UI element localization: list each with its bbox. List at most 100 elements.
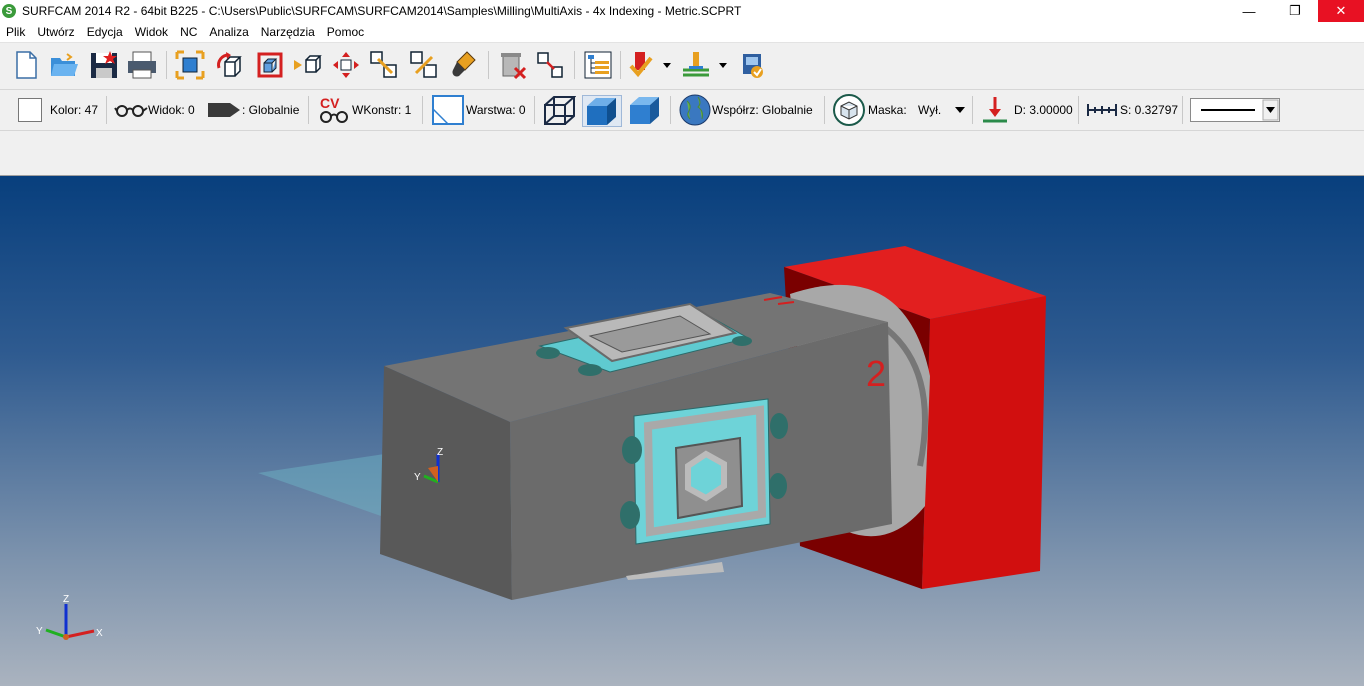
globe-icon [679,94,711,126]
delete-trash-icon[interactable] [496,49,528,81]
surfcam-logo-icon[interactable]: S [2,4,16,18]
mask-label: Maska: [868,103,907,117]
menu-pomoc[interactable]: Pomoc [321,25,370,39]
graphics-viewport[interactable]: 2 Z Y Z Y X [0,176,1364,686]
layer-icon [432,95,464,125]
toolbar-separator [620,51,621,79]
zoom-in-icon[interactable] [292,49,324,81]
color-swatch [18,98,42,122]
mask-dropdown[interactable]: Wył. [918,95,967,125]
depth-arrow-icon [983,97,1007,123]
view-selector[interactable]: Widok: 0 [114,95,195,125]
wireframe-mode-button[interactable] [542,95,576,125]
color-selector[interactable]: Kolor: 47 [18,95,98,125]
menu-plik[interactable]: Plik [0,25,31,39]
model-view[interactable]: 2 Z Y Z Y X [0,176,1364,686]
new-file-icon[interactable] [10,49,42,81]
menu-edycja[interactable]: Edycja [81,25,129,39]
menu-widok[interactable]: Widok [129,25,174,39]
wireframe-cube-icon [544,96,576,125]
main-axis-x-label: X [96,628,103,639]
toolbar-separator [308,96,309,124]
zoom-previous-icon[interactable] [408,49,440,81]
view-arrow-icon [208,103,240,117]
view-global-label: : Globalnie [242,103,300,117]
minimize-button[interactable]: — [1226,0,1272,22]
ruler-icon [1087,104,1117,116]
verify-tool-icon[interactable] [624,49,656,81]
menu-analiza[interactable]: Analiza [203,25,254,39]
coordinates-label: Współrz: Globalnie [712,103,813,117]
scale-label: S: 0.32797 [1120,103,1179,117]
menu-bar: Plik Utwórz Edycja Widok NC Analiza Narz… [0,22,1364,43]
view-global-selector[interactable]: : Globalnie [206,95,299,125]
main-axis-y-label: Y [36,626,43,637]
pan-icon[interactable] [330,49,362,81]
depth-selector[interactable]: D: 3.00000 [980,95,1073,125]
post-processor-icon[interactable] [736,49,768,81]
side-workpiece [620,398,788,545]
close-button[interactable]: ✕ [1318,0,1364,22]
layer-selector[interactable]: Warstwa: 0 [432,95,526,125]
toolbar-separator [1182,96,1183,124]
transform-icon[interactable] [534,49,566,81]
small-axis-z-label: Z [437,447,443,458]
glasses-icon [114,105,148,117]
mask-cube-icon [833,94,865,126]
layer-label: Warstwa: 0 [466,103,526,117]
restore-button[interactable]: ❐ [1272,0,1318,22]
toolbar-separator [166,51,167,79]
status-toolbar: Kolor: 47 Widok: 0 : Globalnie CV WKonst… [0,90,1364,131]
rotate-view-icon[interactable] [214,49,246,81]
simulation-dropdown-arrow-icon[interactable] [714,49,732,81]
menu-utworz[interactable]: Utwórz [31,25,80,39]
toolbar-separator [972,96,973,124]
small-axis-y-label: Y [414,472,421,483]
toolbar-separator [422,96,423,124]
zoom-window-icon[interactable] [254,49,286,81]
line-style-dropdown[interactable] [1190,98,1280,122]
toolbar-separator [824,96,825,124]
mask-dropdown-arrow-icon [955,107,966,113]
title-bar: S SURFCAM 2014 R2 - 64bit B225 - C:\User… [0,0,1364,22]
open-folder-icon[interactable] [48,49,80,81]
paint-brush-icon[interactable] [448,49,480,81]
color-label: Kolor: 47 [50,103,99,117]
shaded-edges-mode-button[interactable] [626,95,664,125]
save-icon[interactable] [88,49,120,81]
empty-toolbar-area [0,131,1364,176]
menu-narzedzia[interactable]: Narzędzia [255,25,321,39]
world-axis-triad: Z Y X [36,594,103,640]
toolbar-separator [574,51,575,79]
toolbar-separator [1078,96,1079,124]
line-style-preview [1201,99,1279,121]
zoom-out-icon[interactable] [368,49,400,81]
menu-nc[interactable]: NC [174,25,203,39]
mask-value: Wył. [918,103,942,117]
toolbar-separator [670,96,671,124]
print-icon[interactable] [126,49,158,81]
operations-manager-icon[interactable] [582,49,614,81]
depth-label: D: 3.00000 [1014,103,1073,117]
shaded-edges-cube-icon [630,97,659,124]
toolbar-separator [534,96,535,124]
zoom-all-icon[interactable] [174,49,206,81]
window-title: SURFCAM 2014 R2 - 64bit B225 - C:\Users\… [22,4,742,18]
view-label: Widok: 0 [148,103,195,117]
verify-dropdown-arrow-icon[interactable] [658,49,676,81]
coordinates-selector[interactable]: Współrz: Globalnie [678,94,813,126]
cplane-label: WKonstr: 1 [352,103,412,117]
shaded-mode-button[interactable] [582,95,622,127]
toolbar-separator [106,96,107,124]
cplane-glasses-icon: CV [318,95,352,124]
scale-selector[interactable]: S: 0.32797 [1086,95,1178,125]
part-number-label: 2 [866,353,886,394]
cv-text: CV [320,95,340,111]
main-toolbar [0,43,1364,90]
machine-simulation-icon[interactable] [680,49,712,81]
toolbar-separator [488,51,489,79]
cplane-selector[interactable]: CV WKonstr: 1 [318,95,411,125]
mask-selector[interactable]: Maska: [832,94,907,126]
main-axis-z-label: Z [63,594,69,605]
shaded-cube-icon [587,98,616,125]
